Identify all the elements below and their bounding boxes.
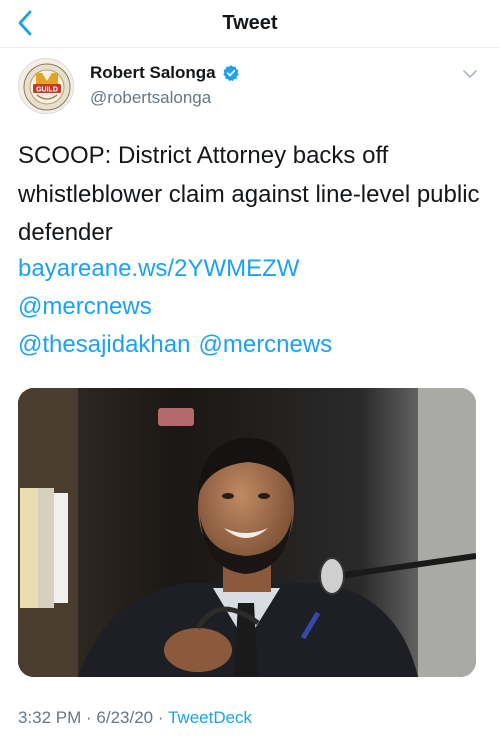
verified-badge-icon <box>222 65 239 82</box>
mention-thesajidakhan[interactable]: @thesajidakhan <box>18 331 190 358</box>
mention-mercnews[interactable]: @mercnews <box>18 293 152 321</box>
more-options-button[interactable] <box>460 64 480 84</box>
tweet-time: 3:32 PM <box>18 708 82 727</box>
svg-text:GUILD: GUILD <box>36 87 58 94</box>
tweet-meta: 3:32 PM · 6/23/20 · TweetDeck <box>18 708 252 728</box>
separator: · <box>153 708 168 727</box>
tweet-text: SCOOP: District Attorney backs off whist… <box>18 142 480 246</box>
author-handle[interactable]: @robertsalonga <box>90 88 211 108</box>
tweet-date: 6/23/20 <box>96 708 154 727</box>
mention-line: @thesajidakhan @mercnews <box>18 331 332 359</box>
source-app-link[interactable]: TweetDeck <box>168 708 252 727</box>
guild-logo-icon: GUILD <box>19 59 73 113</box>
avatar[interactable]: GUILD <box>18 58 74 114</box>
mention-mercnews-2[interactable]: @mercnews <box>198 331 332 358</box>
tweet-photo[interactable] <box>18 388 476 677</box>
nav-bar: Tweet <box>0 0 500 48</box>
tweet-header: GUILD Robert Salonga @robertsalonga <box>18 58 482 118</box>
author-name[interactable]: Robert Salonga <box>90 63 216 83</box>
page-title: Tweet <box>222 12 278 34</box>
separator: · <box>81 708 97 727</box>
tweet-link[interactable]: bayareane.ws/2YWMEZW <box>18 255 299 283</box>
photo-illustration <box>18 388 476 677</box>
author-name-row: Robert Salonga <box>90 63 240 83</box>
chevron-down-icon <box>463 70 477 78</box>
